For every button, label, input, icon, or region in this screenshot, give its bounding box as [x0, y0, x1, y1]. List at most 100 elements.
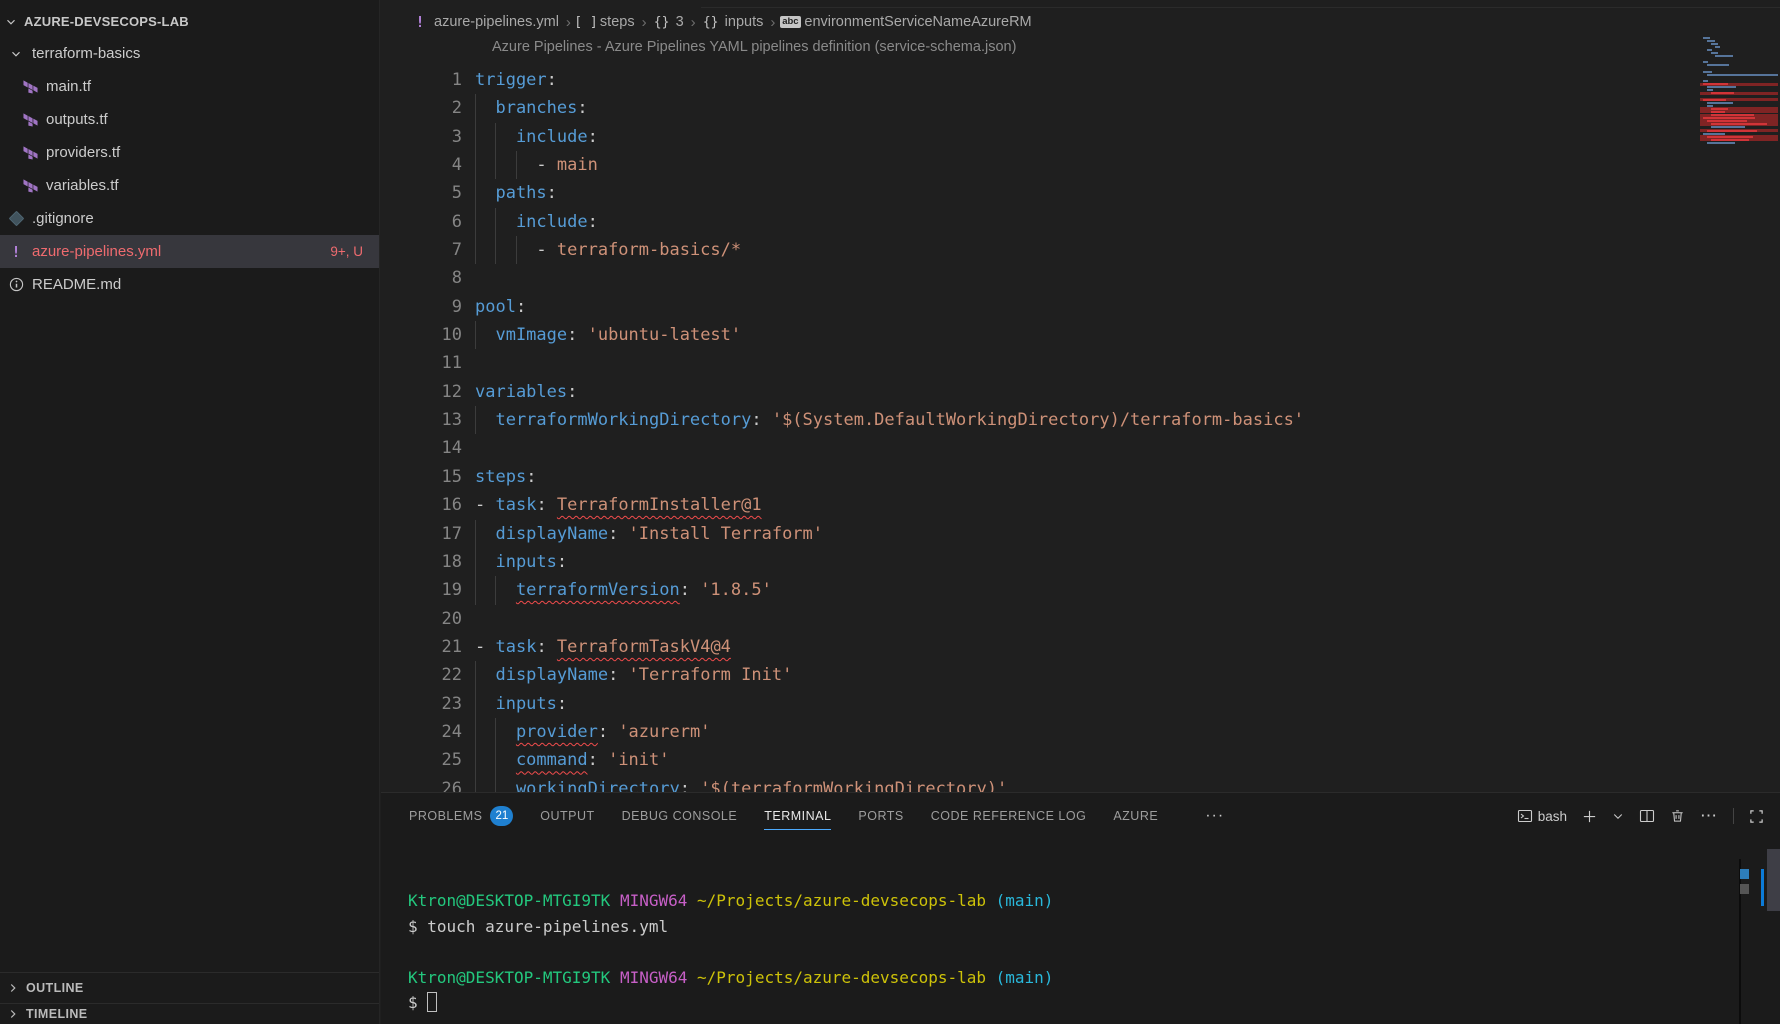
terminal-line: Ktron@DESKTOP-MTGI9TK MINGW64 ~/Projects…: [408, 888, 1720, 914]
minimap[interactable]: [1700, 36, 1778, 148]
code-token: :: [751, 410, 771, 430]
minimap-line: [1703, 37, 1710, 39]
error-token: provider: [516, 722, 598, 742]
minimap-line: [1711, 123, 1767, 125]
file-label: providers.tf: [46, 144, 120, 161]
panel-tab-ports[interactable]: PORTS: [858, 793, 903, 839]
indent-guide: [495, 123, 515, 151]
object-icon: {}: [654, 14, 670, 30]
file-row-providers.tf[interactable]: providers.tf: [0, 136, 379, 169]
code-token: pool: [475, 297, 516, 317]
code-token: -: [536, 240, 556, 260]
terminal-dropdown-button[interactable]: [1612, 810, 1624, 822]
breadcrumb-item[interactable]: !azure-pipelines.yml: [412, 14, 559, 30]
indent-guide: [475, 123, 495, 151]
file-row-variables.tf[interactable]: variables.tf: [0, 169, 379, 202]
file-label: main.tf: [46, 78, 91, 95]
file-row-README.md[interactable]: README.md: [0, 268, 379, 301]
panel-tab-azure[interactable]: AZURE: [1113, 793, 1158, 839]
line-content: provider: 'azurerm': [475, 718, 710, 746]
panel-tab-label: PORTS: [858, 809, 903, 823]
code-token: 'ubuntu-latest': [588, 325, 742, 345]
code-token: :: [516, 297, 526, 317]
code-line-12: 12variables:: [381, 378, 1692, 406]
line-number: 20: [381, 605, 462, 633]
kill-terminal-button[interactable]: [1670, 808, 1685, 824]
panel-tab-problems[interactable]: PROBLEMS21: [409, 793, 513, 839]
terminal-gutter-border: [1739, 859, 1741, 1024]
panel-tab-debug-console[interactable]: DEBUG CONSOLE: [622, 793, 738, 839]
new-terminal-button[interactable]: [1582, 809, 1597, 824]
code-token: displayName: [495, 524, 608, 544]
indent-guide: [475, 576, 495, 604]
prompt-path: ~/Projects/azure-devsecops-lab: [697, 968, 986, 987]
indent-guide: [475, 208, 495, 236]
line-number: 23: [381, 690, 462, 718]
minimap-line: [1707, 64, 1729, 66]
divider: [1733, 808, 1734, 824]
command-decoration: [1740, 884, 1749, 894]
code-token: :: [536, 495, 556, 515]
abc-icon: abc: [782, 14, 798, 30]
line-number: 10: [381, 321, 462, 349]
panel-tab-output[interactable]: OUTPUT: [540, 793, 594, 839]
code-token: terraform-basics/*: [557, 240, 741, 260]
panel-tabs-overflow-button[interactable]: ···: [1205, 807, 1224, 825]
code-token: '1.8.5': [700, 580, 772, 600]
file-row-outputs.tf[interactable]: outputs.tf: [0, 103, 379, 136]
line-content: include:: [475, 208, 598, 236]
indent-guide: [475, 406, 495, 434]
prompt-env: MINGW64: [620, 891, 687, 910]
command-decoration: [1740, 869, 1749, 879]
code-editor[interactable]: 1trigger:2branches:3include:4- main5path…: [381, 66, 1692, 792]
line-content: - task: TerraformTaskV4@4: [475, 633, 731, 661]
minimap-line: [1715, 46, 1720, 48]
terminal-scrollbar[interactable]: [1767, 849, 1780, 911]
file-row-.gitignore[interactable]: .gitignore: [0, 202, 379, 235]
line-content: terraformVersion: '1.8.5': [475, 576, 772, 604]
panel-more-actions-button[interactable]: ⋯: [1700, 806, 1718, 826]
split-terminal-button[interactable]: [1639, 808, 1655, 824]
line-number: 21: [381, 633, 462, 661]
explorer-root-header[interactable]: AZURE-DEVSECOPS-LAB: [0, 0, 379, 37]
timeline-section-header[interactable]: TIMELINE: [0, 1003, 379, 1024]
terminal[interactable]: Ktron@DESKTOP-MTGI9TK MINGW64 ~/Projects…: [408, 888, 1720, 1024]
file-row-main.tf[interactable]: main.tf: [0, 70, 379, 103]
outline-section-header[interactable]: OUTLINE: [0, 972, 379, 1003]
code-token: main: [557, 155, 598, 175]
panel-tab-code-reference-log[interactable]: CODE REFERENCE LOG: [931, 793, 1087, 839]
indent-guide: [495, 151, 515, 179]
line-number: 25: [381, 746, 462, 774]
code-line-4: 4- main: [381, 151, 1692, 179]
maximize-panel-button[interactable]: [1749, 809, 1764, 824]
prompt-branch: (main): [996, 968, 1054, 987]
folder-row-terraform-basics[interactable]: terraform-basics: [0, 37, 379, 70]
minimap-line: [1711, 139, 1749, 141]
minimap-line: [1711, 43, 1718, 45]
breadcrumb-separator-icon: ›: [691, 14, 696, 31]
code-line-23: 23inputs:: [381, 690, 1692, 718]
file-row-azure-pipelines.yml[interactable]: !azure-pipelines.yml9+, U: [0, 235, 379, 268]
line-number: 7: [381, 236, 462, 264]
breadcrumb-item[interactable]: abcenvironmentServiceNameAzureRM: [782, 14, 1031, 30]
line-number: 4: [381, 151, 462, 179]
breadcrumb-separator-icon: ›: [642, 14, 647, 31]
code-token: :: [567, 325, 587, 345]
line-content: branches:: [475, 94, 588, 122]
panel-tab-terminal[interactable]: TERMINAL: [764, 793, 831, 839]
shell-selector[interactable]: bash: [1517, 808, 1567, 824]
breadcrumb-item[interactable]: [ ]steps: [578, 14, 635, 30]
breadcrumb: !azure-pipelines.yml›[ ]steps›{}3›{}inpu…: [412, 11, 1032, 33]
line-number: 1: [381, 66, 462, 94]
bottom-panel: PROBLEMS21 OUTPUT DEBUG CONSOLE TERMINAL POR…: [381, 792, 1780, 1024]
breadcrumb-item[interactable]: {}inputs: [703, 14, 764, 30]
code-token: :: [588, 750, 608, 770]
code-token: 'azurerm': [618, 722, 710, 742]
code-line-9: 9pool:: [381, 293, 1692, 321]
breadcrumb-item[interactable]: {}3: [654, 14, 684, 30]
line-number: 2: [381, 94, 462, 122]
line-content: paths:: [475, 179, 557, 207]
code-line-7: 7 - terraform-basics/*: [381, 236, 1692, 264]
code-line-18: 18inputs:: [381, 548, 1692, 576]
prompt-env: MINGW64: [620, 968, 687, 987]
